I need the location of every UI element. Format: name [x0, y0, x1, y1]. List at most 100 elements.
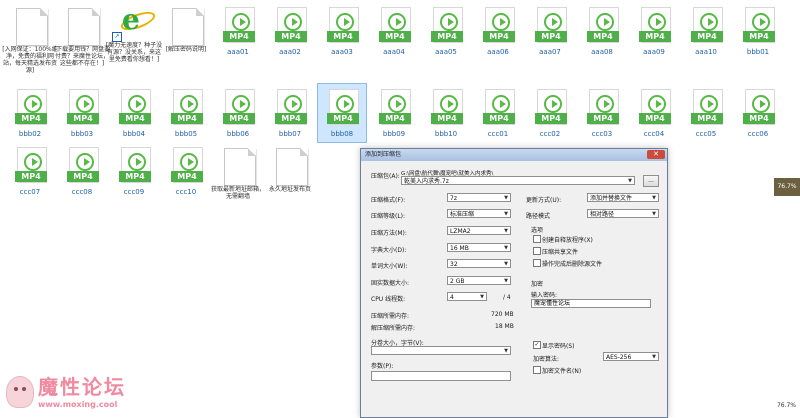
file-name: aaa06 — [487, 48, 509, 56]
mp4-badge: MP4 — [275, 113, 307, 124]
file-mp4[interactable]: MP4 aaa04 — [370, 2, 418, 60]
file-mp4[interactable]: MP4 bbb05 — [162, 84, 210, 142]
format-select[interactable]: 7z ▼ — [447, 193, 511, 202]
mp4-file-icon: MP4 — [15, 147, 47, 183]
file-text[interactable]: [解压密码说明] — [162, 2, 210, 60]
mp4-file-icon: MP4 — [275, 7, 307, 43]
file-mp4[interactable]: MP4 ccc09 — [110, 142, 158, 200]
play-circle — [24, 95, 42, 113]
close-button[interactable]: ✕ — [647, 150, 665, 159]
enc-method-select[interactable]: AES-256 ▼ — [603, 352, 659, 361]
file-mp4[interactable]: MP4 aaa08 — [578, 2, 626, 60]
play-icon — [32, 158, 38, 166]
dict-select[interactable]: 16 MB ▼ — [447, 243, 511, 252]
path-select[interactable]: 相对路径 ▼ — [587, 209, 659, 218]
archive-name-input[interactable]: 乾美入内求秀.7z ▼ — [401, 176, 635, 185]
file-mp4[interactable]: MP4 ccc06 — [734, 84, 782, 142]
file-mp4[interactable]: MP4 ccc01 — [474, 84, 522, 142]
mp4-file-icon: MP4 — [639, 7, 671, 43]
file-mp4[interactable]: MP4 aaa03 — [318, 2, 366, 60]
file-name: ccc10 — [175, 188, 197, 196]
play-circle — [440, 95, 458, 113]
file-name: bbb07 — [278, 130, 302, 138]
browse-button[interactable]: ... — [643, 175, 659, 187]
play-icon — [32, 100, 38, 108]
file-mp4[interactable]: MP4 aaa09 — [630, 2, 678, 60]
file-name: ccc01 — [487, 130, 509, 138]
file-mp4[interactable]: MP4 bbb01 — [734, 2, 782, 60]
solid-select[interactable]: 2 GB ▼ — [447, 276, 511, 285]
mp4-file-icon: MP4 — [223, 7, 255, 43]
params-input[interactable] — [371, 371, 511, 381]
options-label: 选项 — [531, 227, 544, 234]
file-mp4[interactable]: MP4 bbb10 — [422, 84, 470, 142]
file-mp4[interactable]: MP4 bbb08 — [317, 83, 367, 143]
file-mp4[interactable]: MP4 aaa01 — [214, 2, 262, 60]
file-mp4[interactable]: MP4 bbb09 — [370, 84, 418, 142]
file-mp4[interactable]: MP4 bbb02 — [6, 84, 54, 142]
play-circle — [180, 95, 198, 113]
play-circle — [596, 13, 614, 31]
file-mp4[interactable]: MP4 bbb06 — [214, 84, 262, 142]
file-mp4[interactable]: MP4 aaa10 — [682, 2, 730, 60]
mp4-file-icon: MP4 — [275, 89, 307, 125]
method-select[interactable]: LZMA2 ▼ — [447, 226, 511, 235]
threads-select[interactable]: 4 ▼ — [447, 292, 487, 301]
play-icon — [448, 18, 454, 26]
encrypt-names-label: 加密文件名(N) — [542, 368, 582, 375]
method-label: 压缩方法(M): — [371, 230, 407, 237]
file-mp4[interactable]: MP4 aaa02 — [266, 2, 314, 60]
file-mp4[interactable]: MP4 ccc03 — [578, 84, 626, 142]
watermark: 魔性论坛 www.moxing.cool — [2, 374, 162, 414]
mascot-icon — [6, 376, 34, 408]
file-name: bbb10 — [434, 130, 458, 138]
file-text[interactable]: 永久地址发布页 — [266, 142, 314, 200]
dialog-title: 添加到压缩包 — [365, 151, 402, 158]
file-mp4[interactable]: MP4 bbb07 — [266, 84, 314, 142]
file-mp4[interactable]: MP4 ccc02 — [526, 84, 574, 142]
level-select[interactable]: 标准压缩 ▼ — [447, 209, 511, 218]
play-icon — [500, 18, 506, 26]
split-select[interactable]: ▼ — [371, 346, 511, 355]
file-text[interactable]: [入网保证：100%纯净，免费的福利网站，每天精选发布资源] — [2, 2, 58, 74]
shortcut-arrow-icon: ↗ — [112, 32, 122, 42]
file-name: ccc03 — [591, 130, 613, 138]
file-mp4[interactable]: MP4 ccc07 — [6, 142, 54, 200]
play-circle — [336, 13, 354, 31]
password-input[interactable]: 魔宠懂性论坛 — [531, 299, 651, 308]
file-mp4[interactable]: MP4 ccc04 — [630, 84, 678, 142]
file-mp4[interactable]: MP4 bbb03 — [58, 84, 106, 142]
threads-value: 4 — [450, 294, 454, 301]
mp4-badge: MP4 — [691, 31, 723, 42]
play-icon — [240, 100, 246, 108]
show-password-checkbox[interactable]: ✓ — [533, 341, 541, 349]
file-mp4[interactable]: MP4 aaa05 — [422, 2, 470, 60]
level-label: 压缩等级(L): — [371, 213, 406, 220]
sfx-checkbox[interactable] — [533, 235, 541, 243]
file-text[interactable]: 获取最新地址邮箱，无需翻墙 — [211, 142, 265, 200]
file-shortcut[interactable]: e ↗ [魔力无速度？种子没有源？没关系，来这里免费看你想看！] — [106, 2, 162, 64]
file-mp4[interactable]: MP4 ccc10 — [162, 142, 210, 200]
word-select[interactable]: 32 ▼ — [447, 259, 511, 268]
file-mp4[interactable]: MP4 bbb04 — [110, 84, 158, 142]
play-circle — [232, 95, 250, 113]
play-icon — [604, 18, 610, 26]
file-mp4[interactable]: MP4 aaa07 — [526, 2, 574, 60]
mp4-badge: MP4 — [379, 113, 411, 124]
play-circle — [336, 95, 354, 113]
update-select[interactable]: 添加并替换文件 ▼ — [587, 193, 659, 202]
file-mp4[interactable]: MP4 ccc05 — [682, 84, 730, 142]
encrypt-names-checkbox[interactable] — [533, 366, 541, 374]
file-text[interactable]: [下载要用钱？网盘要付费？来魔性论坛，这些都不存在！] — [54, 2, 110, 67]
shared-checkbox[interactable] — [533, 247, 541, 255]
file-mp4[interactable]: MP4 ccc08 — [58, 142, 106, 200]
play-circle — [596, 95, 614, 113]
play-icon — [448, 100, 454, 108]
delete-checkbox[interactable] — [533, 259, 541, 267]
mem-comp-value: 720 MB — [491, 311, 514, 318]
file-mp4[interactable]: MP4 aaa06 — [474, 2, 522, 60]
chevron-down-icon: ▼ — [652, 195, 656, 201]
mp4-badge: MP4 — [67, 113, 99, 124]
dialog-titlebar[interactable]: 添加到压缩包 ✕ — [361, 149, 667, 161]
update-value: 添加并替换文件 — [590, 195, 633, 202]
